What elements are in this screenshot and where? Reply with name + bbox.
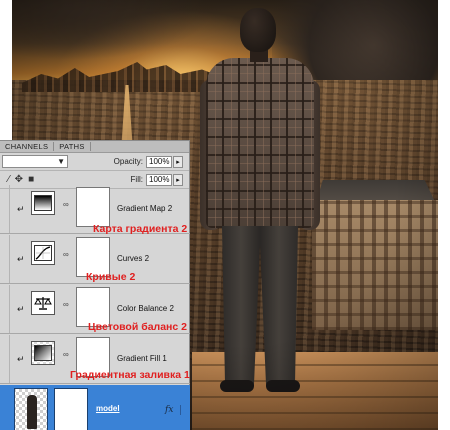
- blend-row: ▼ Opacity: 100% ▸: [0, 153, 189, 171]
- visibility-toggle[interactable]: [0, 235, 10, 283]
- layer-mask-thumbnail[interactable]: [54, 388, 88, 430]
- chain-link-icon[interactable]: ∞: [63, 200, 69, 209]
- visibility-toggle[interactable]: [0, 285, 10, 333]
- visibility-toggle[interactable]: [0, 185, 10, 233]
- gradient-map-icon: [31, 191, 55, 215]
- layer-annotation: Цветовой баланс 2: [88, 321, 187, 333]
- chain-link-icon[interactable]: ∞: [63, 250, 69, 259]
- lock-icons: ⁄ ✥ ■: [2, 174, 34, 185]
- layer-name: Gradient Fill 1: [117, 354, 167, 363]
- layer-curves-2[interactable]: ↵ ∞ Curves 2 Кривые 2: [0, 235, 190, 284]
- chain-link-icon[interactable]: ∞: [63, 350, 69, 359]
- clip-arrow-icon: ↵: [17, 254, 25, 264]
- person-thumbnail-icon: [27, 395, 37, 429]
- tab-paths[interactable]: PATHS: [54, 142, 89, 151]
- fill-input[interactable]: 100%: [146, 173, 172, 186]
- opacity-label: Opacity:: [113, 157, 143, 166]
- lock-move-icon[interactable]: ✥: [15, 174, 23, 185]
- blend-mode-select[interactable]: ▼: [2, 155, 68, 168]
- fill-label: Fill:: [130, 175, 143, 184]
- layer-name: Curves 2: [117, 254, 150, 263]
- layer-mask-thumbnail[interactable]: [76, 187, 110, 227]
- layer-gradient-fill-1[interactable]: ↵ ∞ Gradient Fill 1 Градиентная заливка …: [0, 335, 190, 384]
- layer-name: Color Balance 2: [117, 304, 174, 313]
- chain-link-icon[interactable]: ∞: [63, 300, 69, 309]
- layer-gradient-map-2[interactable]: ↵ ∞ Gradient Map 2 Карта градиента 2: [0, 185, 190, 235]
- tab-separator: [89, 142, 91, 151]
- curves-icon: [31, 241, 55, 265]
- layer-model[interactable]: model fx: [0, 385, 190, 430]
- fx-icon[interactable]: fx: [165, 405, 173, 415]
- lock-brush-icon[interactable]: ⁄: [8, 174, 10, 185]
- layer-name: model: [96, 404, 120, 413]
- layer-annotation: Градиентная заливка 1: [70, 369, 190, 381]
- layer-expand-icon[interactable]: [180, 405, 186, 415]
- clip-arrow-icon: ↵: [17, 354, 25, 364]
- layers-panel: CHANNELS PATHS ▼ Opacity: 100% ▸ ⁄ ✥ ■ F…: [0, 140, 190, 430]
- layer-thumbnail[interactable]: [14, 388, 48, 430]
- fill-stepper[interactable]: ▸: [173, 173, 183, 186]
- clip-arrow-icon: ↵: [17, 304, 25, 314]
- layer-annotation: Карта градиента 2: [93, 223, 188, 235]
- panel-tabs: CHANNELS PATHS: [0, 141, 189, 153]
- layer-name: Gradient Map 2: [117, 204, 173, 213]
- opacity-stepper[interactable]: ▸: [173, 155, 183, 168]
- opacity-input[interactable]: 100%: [146, 155, 172, 168]
- clip-arrow-icon: ↵: [17, 204, 25, 214]
- tab-channels[interactable]: CHANNELS: [0, 142, 53, 151]
- chevron-down-icon: ▼: [57, 157, 65, 166]
- layer-color-balance-2[interactable]: ↵ ∞ Color Balance 2 Цветовой баланс 2: [0, 285, 190, 334]
- gradient-fill-icon: [31, 341, 55, 365]
- lock-all-icon[interactable]: ■: [28, 174, 34, 185]
- visibility-toggle[interactable]: [0, 335, 10, 383]
- color-balance-icon: [31, 291, 55, 315]
- layer-annotation: Кривые 2: [86, 271, 136, 283]
